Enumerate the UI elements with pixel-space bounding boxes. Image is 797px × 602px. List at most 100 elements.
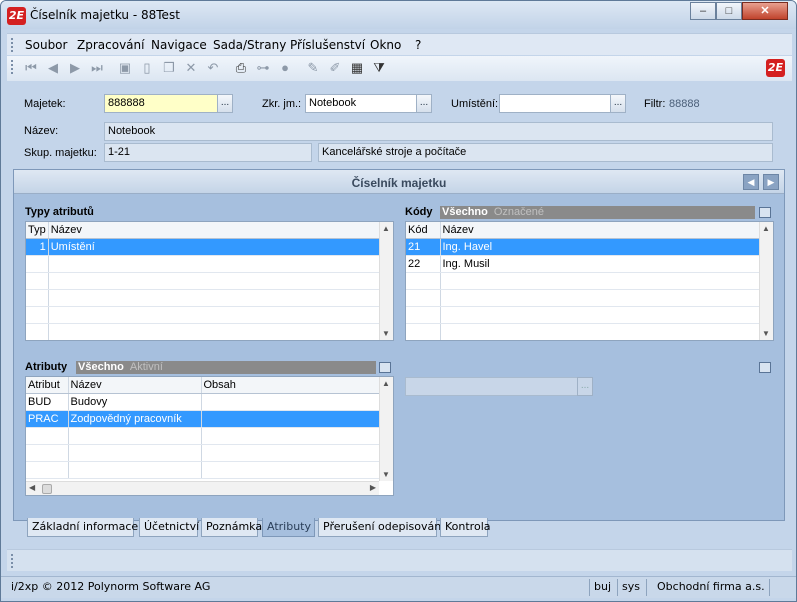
tree-icon[interactable]: ⊶ xyxy=(255,60,271,76)
col-atribut[interactable]: Atribut xyxy=(26,377,69,394)
tab-preruseni-odepisovani[interactable]: Přerušení odepisování xyxy=(318,518,444,537)
status-copyright: i/2xp © 2012 Polynorm Software AG xyxy=(11,580,211,593)
brand-logo-icon: 2E xyxy=(766,59,785,77)
empty-row[interactable] xyxy=(26,255,382,273)
empty-row[interactable] xyxy=(26,289,382,307)
empty-row[interactable] xyxy=(406,323,761,340)
panel-title: Číselník majetku xyxy=(351,176,447,190)
menu-navigace[interactable]: Navigace xyxy=(151,38,207,52)
last-record-icon[interactable]: ⏭ xyxy=(89,60,105,76)
majetek-input[interactable]: 888888 xyxy=(104,94,218,113)
status-bar: i/2xp © 2012 Polynorm Software AG buj sy… xyxy=(1,576,796,598)
nazev-cell: Budovy xyxy=(68,393,202,411)
filter-icon[interactable]: ⧩ xyxy=(371,60,387,76)
kody-filter-marked[interactable]: Označené xyxy=(494,206,544,218)
empty-row[interactable] xyxy=(26,306,382,324)
col-nazev[interactable]: Název xyxy=(440,222,761,239)
col-kod[interactable]: Kód xyxy=(406,222,441,239)
nazev-cell: Zodpovědný pracovník xyxy=(68,410,202,428)
atributy-options-icon[interactable] xyxy=(379,362,391,373)
next-record-icon[interactable]: ▶ xyxy=(67,60,83,76)
undo-icon[interactable]: ↶ xyxy=(205,60,221,76)
atributy-filter-active[interactable]: Aktivní xyxy=(130,361,163,373)
first-record-icon[interactable]: ⏮ xyxy=(23,60,39,76)
atributy-vscroll[interactable]: ▲ ▼ xyxy=(379,377,393,481)
panel-next-button[interactable]: ▶ xyxy=(763,174,779,190)
filtr-value: 88888 xyxy=(669,98,700,110)
col-nazev[interactable]: Název xyxy=(48,222,382,239)
obsah-input[interactable] xyxy=(405,377,579,396)
obsah-cell xyxy=(201,393,381,411)
kody-options-icon[interactable] xyxy=(759,207,771,218)
atributy-hscroll[interactable]: ◀ ▶ xyxy=(26,481,379,495)
col-nazev[interactable]: Název xyxy=(68,377,202,394)
table-row[interactable]: 1 Umístění xyxy=(26,238,382,256)
empty-row[interactable] xyxy=(406,306,761,324)
excel-icon[interactable]: ▦ xyxy=(349,60,365,76)
maximize-button[interactable]: □ xyxy=(716,2,742,20)
kody-grid[interactable]: Kód Název 21 Ing. Havel 22 Ing. Musil ▲ ▼ xyxy=(405,221,774,341)
table-row[interactable]: 21 Ing. Havel xyxy=(406,238,761,256)
panel-prev-button[interactable]: ◀ xyxy=(743,174,759,190)
tab-kontrola[interactable]: Kontrola xyxy=(440,518,491,537)
prev-record-icon[interactable]: ◀ xyxy=(45,60,61,76)
menu-help[interactable]: ? xyxy=(415,38,421,52)
col-obsah[interactable]: Obsah xyxy=(201,377,381,394)
empty-row[interactable] xyxy=(406,272,761,290)
copy-icon[interactable]: ❐ xyxy=(161,60,177,76)
delete-icon[interactable]: ✕ xyxy=(183,60,199,76)
zkr-input[interactable]: Notebook xyxy=(305,94,417,113)
disabled-circle-icon[interactable]: ● xyxy=(277,60,293,76)
menu-sada-strany[interactable]: Sada/Strany xyxy=(213,38,286,52)
save-icon[interactable]: ▣ xyxy=(117,60,133,76)
empty-row[interactable] xyxy=(26,323,382,340)
menu-okno[interactable]: Okno xyxy=(370,38,401,52)
edit-icon[interactable]: ✎ xyxy=(305,60,321,76)
kody-vscroll[interactable]: ▲ ▼ xyxy=(759,222,773,340)
obsah-options-icon[interactable] xyxy=(759,362,771,373)
tab-atributy[interactable]: Atributy xyxy=(262,518,315,537)
empty-row[interactable] xyxy=(26,272,382,290)
tab-poznamka[interactable]: Poznámka xyxy=(201,518,262,537)
nazev-cell: Ing. Havel xyxy=(440,238,761,256)
kody-filter-bar: Všechno Označené xyxy=(440,206,755,219)
umisteni-input[interactable] xyxy=(499,94,611,113)
table-row[interactable]: BUD Budovy xyxy=(26,393,381,411)
tab-strip: Základní informace Účetnictví Poznámka A… xyxy=(13,517,788,539)
print-icon[interactable]: ⎙ xyxy=(233,60,249,76)
empty-row[interactable] xyxy=(26,427,381,445)
hscroll-thumb[interactable] xyxy=(42,484,52,494)
toolbar: ⏮ ◀ ▶ ⏭ ▣ ▯ ❐ ✕ ↶ ⎙ ⊶ ● ✎ ✐ ▦ ⧩ 2E xyxy=(7,56,792,81)
menu-bar: Soubor Zpracování Navigace Sada/Strany P… xyxy=(7,33,792,55)
majetek-lookup-button[interactable]: ... xyxy=(217,94,233,113)
table-row[interactable]: PRAC Zodpovědný pracovník xyxy=(26,410,381,428)
empty-row[interactable] xyxy=(26,444,381,462)
table-row[interactable]: 22 Ing. Musil xyxy=(406,255,761,273)
menu-zpracovani[interactable]: Zpracování xyxy=(77,38,144,52)
typy-vscroll[interactable]: ▲ ▼ xyxy=(379,222,393,340)
atributy-filter-all[interactable]: Všechno xyxy=(78,361,124,373)
menu-grip xyxy=(11,38,13,52)
col-typ[interactable]: Typ xyxy=(26,222,49,239)
erase-icon[interactable]: ✐ xyxy=(327,60,343,76)
umisteni-lookup-button[interactable]: ... xyxy=(610,94,626,113)
empty-row[interactable] xyxy=(26,461,381,479)
menu-soubor[interactable]: Soubor xyxy=(25,38,67,52)
tab-ucetnictvi[interactable]: Účetnictví xyxy=(139,518,199,537)
skup-name-field: Kancelářské stroje a počítače xyxy=(318,143,773,162)
obsah-lookup-button[interactable]: ... xyxy=(577,377,593,396)
menu-prislusenstvi[interactable]: Příslušenství xyxy=(290,38,365,52)
status-separator xyxy=(617,579,618,596)
new-icon[interactable]: ▯ xyxy=(139,60,155,76)
atributy-grid[interactable]: Atribut Název Obsah BUD Budovy PRAC Zodpověd… xyxy=(25,376,394,496)
kody-filter-all[interactable]: Všechno xyxy=(442,206,488,218)
typy-grid[interactable]: Typ Název 1 Umístění ▲ ▼ xyxy=(25,221,394,341)
empty-row[interactable] xyxy=(406,289,761,307)
close-button[interactable]: ✕ xyxy=(742,2,788,20)
skup-label: Skup. majetku: xyxy=(24,147,97,159)
tab-zakladni-informace[interactable]: Základní informace xyxy=(27,518,138,537)
status-company: Obchodní firma a.s. xyxy=(657,580,765,593)
kod-cell: 21 xyxy=(406,238,441,256)
zkr-lookup-button[interactable]: ... xyxy=(416,94,432,113)
minimize-button[interactable]: – xyxy=(690,2,716,20)
